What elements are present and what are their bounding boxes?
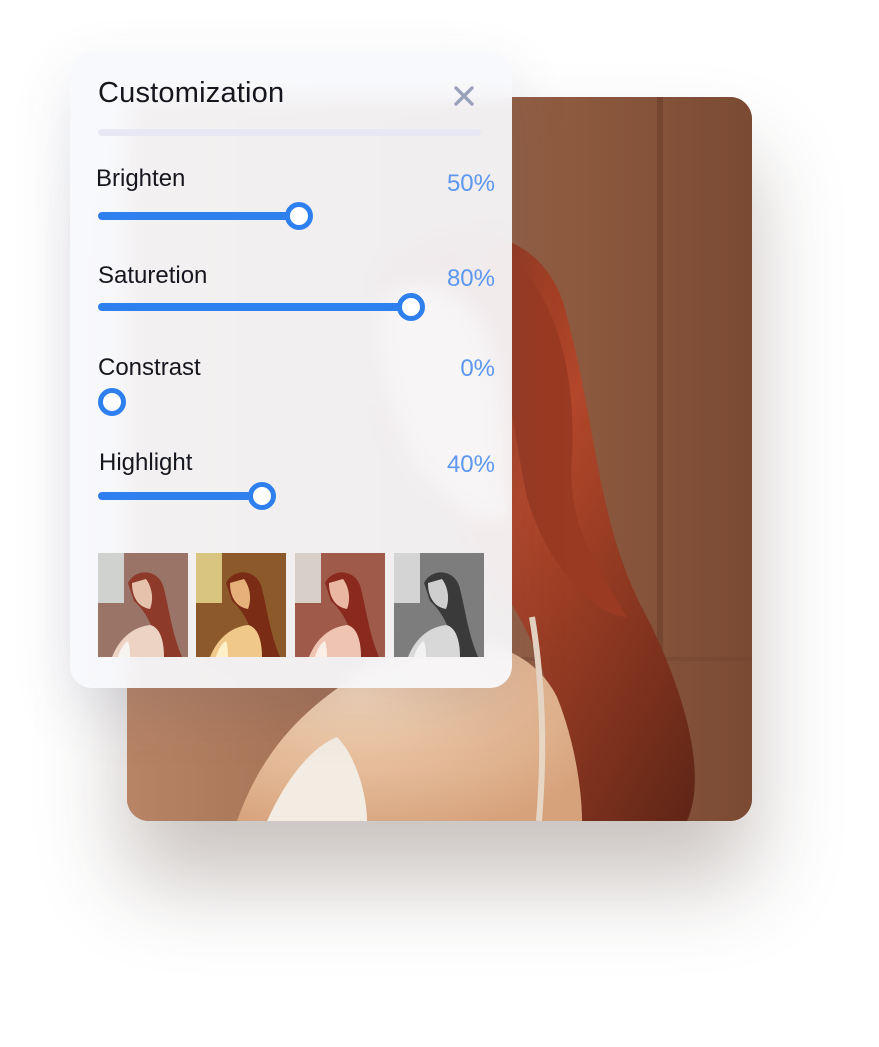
slider-label-constrast: Constrast [98, 354, 201, 381]
slider-label-highlight: Highlight [99, 449, 193, 476]
preset-thumbnail-original[interactable] [98, 553, 188, 657]
slider-value-highlight: 40% [446, 451, 495, 478]
slider-thumb-saturetion[interactable] [397, 293, 426, 321]
slider-thumb-brighten[interactable] [285, 202, 313, 230]
slider-thumb-constrast[interactable] [98, 388, 126, 416]
slider-thumb-highlight[interactable] [247, 482, 276, 510]
slider-label-saturetion: Saturetion [98, 262, 208, 289]
panel-title: Customization [98, 77, 285, 109]
preset-thumbnail-mono[interactable] [394, 553, 484, 657]
preset-thumbnail-warm[interactable] [196, 553, 286, 657]
preset-image-mono [394, 553, 484, 657]
slider-value-brighten: 50% [446, 170, 495, 197]
preset-thumbnails [98, 553, 485, 657]
slider-track-highlight[interactable] [98, 492, 254, 500]
preset-image-warm [196, 553, 286, 657]
slider-value-saturetion: 80% [446, 265, 495, 292]
slider-label-brighten: Brighten [96, 165, 186, 192]
close-icon [454, 86, 474, 106]
preset-thumbnail-vivid[interactable] [295, 553, 385, 657]
slider-value-constrast: 0% [460, 355, 495, 382]
slider-track-brighten[interactable] [98, 212, 292, 220]
preset-image-vivid [295, 553, 385, 657]
slider-track-saturetion[interactable] [98, 303, 409, 311]
title-divider [98, 129, 481, 136]
preset-image-original [98, 553, 188, 657]
close-button[interactable] [450, 82, 478, 110]
